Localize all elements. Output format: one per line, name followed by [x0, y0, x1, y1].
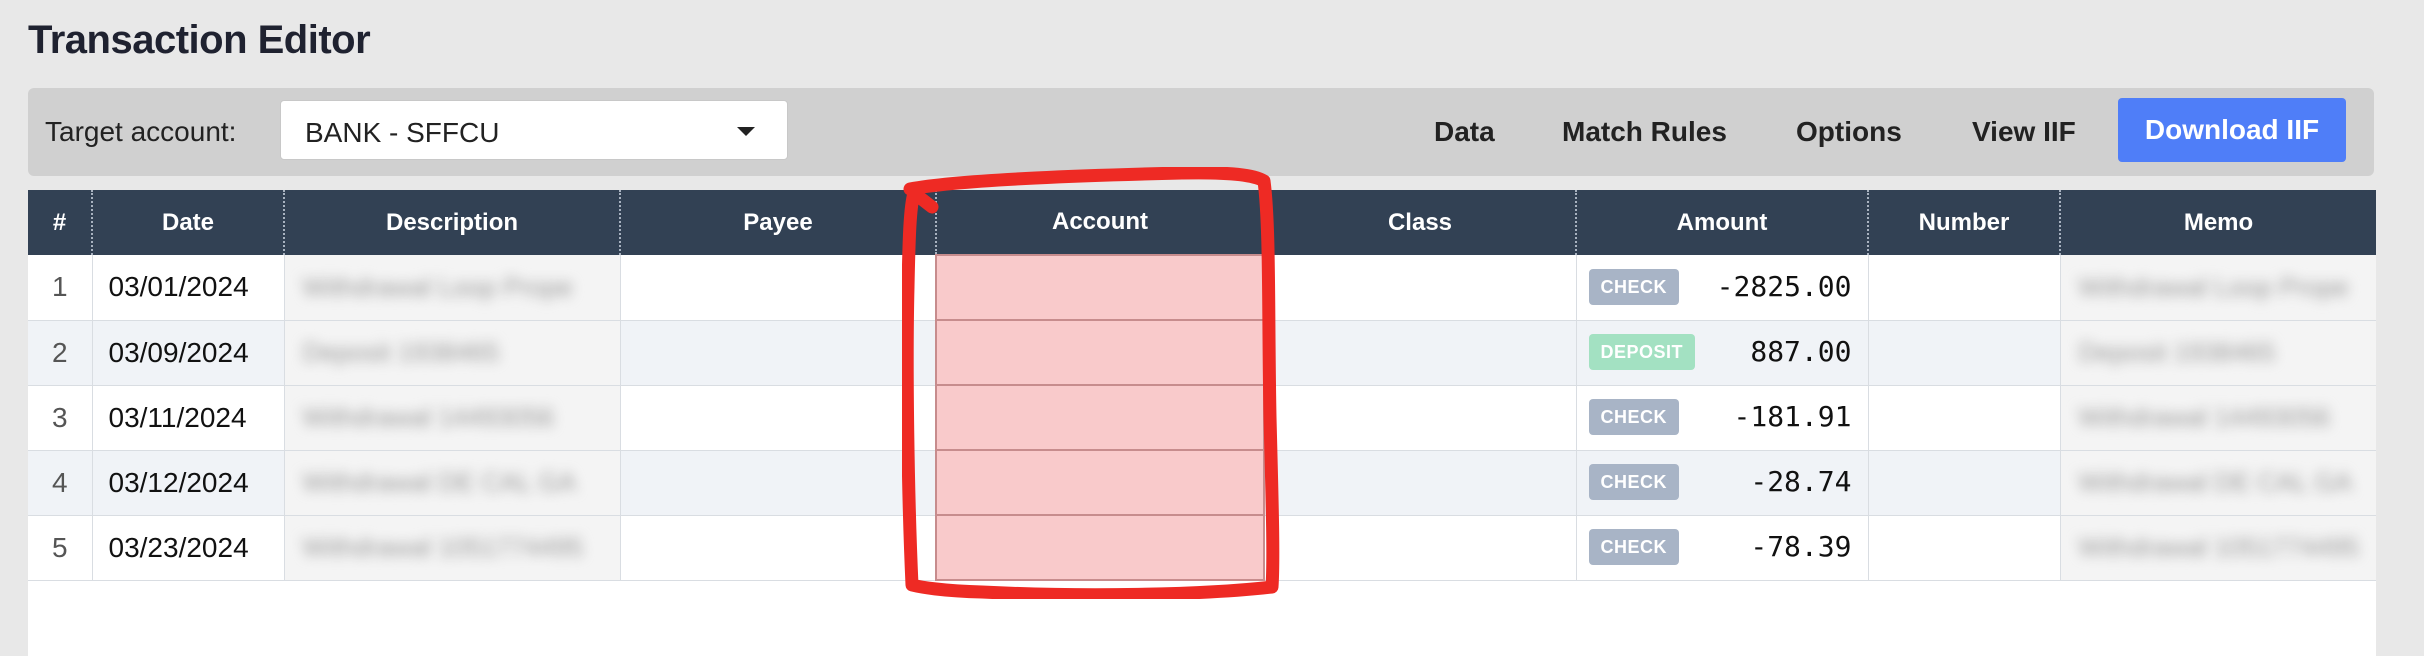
deposit-badge: DEPOSIT [1588, 334, 1696, 370]
memo-text: Withdrawal Loop Prope [2078, 271, 2349, 302]
column-header-description[interactable]: Description [283, 190, 620, 255]
row-index: 2 [28, 320, 92, 386]
description-text: Withdrawal Loop Prope [302, 271, 573, 302]
download-iif-button[interactable]: Download IIF [2118, 98, 2346, 162]
row-index: 4 [28, 450, 92, 516]
memo-text: Withdrawal 14493056 [2078, 402, 2331, 432]
check-badge: CHECK [1588, 464, 1680, 500]
description-text: Withdrawal DE CAL GA [302, 467, 577, 497]
class-cell[interactable] [1263, 385, 1576, 451]
view-iif-button[interactable]: View IIF [1972, 116, 2076, 148]
class-cell[interactable] [1263, 320, 1576, 386]
amount-cell[interactable]: DEPOSIT 887.00 [1575, 320, 1868, 386]
chevron-down-icon [737, 127, 755, 136]
payee-cell[interactable] [619, 450, 936, 516]
description-text: Withdrawal 1051774495 [302, 532, 583, 562]
description-cell[interactable]: Withdrawal 14493056 [283, 385, 620, 451]
memo-text: Withdrawal 1051774495 [2078, 532, 2359, 562]
class-cell[interactable] [1263, 450, 1576, 516]
number-cell[interactable] [1867, 385, 2060, 451]
amount-value: -78.39 [1750, 530, 1852, 563]
column-header-class[interactable]: Class [1263, 190, 1576, 255]
description-cell[interactable]: Withdrawal DE CAL GA [283, 450, 620, 516]
account-cell[interactable] [935, 384, 1265, 451]
account-cell[interactable] [935, 319, 1265, 386]
row-index: 3 [28, 385, 92, 451]
description-text: Withdrawal 14493056 [302, 402, 555, 432]
payee-cell[interactable] [619, 385, 936, 451]
row-index: 1 [28, 255, 92, 321]
column-header-payee[interactable]: Payee [619, 190, 936, 255]
amount-cell[interactable]: CHECK -28.74 [1575, 450, 1868, 516]
memo-cell[interactable]: Withdrawal 14493056 [2059, 385, 2376, 451]
match-rules-button[interactable]: Match Rules [1562, 116, 1727, 148]
amount-value: -181.91 [1733, 400, 1852, 433]
check-badge: CHECK [1588, 529, 1680, 565]
description-cell[interactable]: Withdrawal 1051774495 [283, 515, 620, 581]
options-button[interactable]: Options [1796, 116, 1902, 148]
class-cell[interactable] [1263, 255, 1576, 321]
target-account-select[interactable]: BANK - SFFCU [280, 100, 788, 160]
payee-cell[interactable] [619, 515, 936, 581]
payee-cell[interactable] [619, 255, 936, 321]
column-header-number[interactable]: Number [1867, 190, 2060, 255]
memo-text: Withdrawal DE CAL GA [2078, 467, 2353, 497]
date-cell[interactable]: 03/23/2024 [91, 515, 284, 581]
table-row: 3 03/11/2024 Withdrawal 14493056 CHECK -1… [28, 384, 2376, 451]
check-badge: CHECK [1588, 268, 1680, 305]
transactions-table: # Date Description Payee Account Class A… [28, 190, 2376, 581]
number-cell[interactable] [1867, 515, 2060, 581]
column-header-date[interactable]: Date [91, 190, 284, 255]
column-header-account[interactable]: Account [935, 190, 1264, 255]
column-header-amount[interactable]: Amount [1575, 190, 1868, 255]
memo-cell[interactable]: Withdrawal Loop Prope [2059, 255, 2376, 321]
column-header-index[interactable]: # [28, 190, 92, 255]
target-account-label: Target account: [45, 116, 237, 147]
amount-value: 887.00 [1750, 335, 1852, 368]
payee-cell[interactable] [619, 320, 936, 386]
table-row: 5 03/23/2024 Withdrawal 1051774495 CHECK… [28, 514, 2376, 581]
amount-value: -2825.00 [1716, 269, 1852, 303]
number-cell[interactable] [1867, 320, 2060, 386]
amount-cell[interactable]: CHECK -78.39 [1575, 515, 1868, 581]
amount-cell[interactable]: CHECK -181.91 [1575, 385, 1868, 451]
amount-value: -28.74 [1750, 465, 1852, 498]
table-row: 2 03/09/2024 Deposit 1938465 DEPOSIT 887.… [28, 319, 2376, 386]
class-cell[interactable] [1263, 515, 1576, 581]
date-cell[interactable]: 03/01/2024 [91, 255, 284, 321]
table-row: 4 03/12/2024 Withdrawal DE CAL GA CHECK -… [28, 449, 2376, 516]
account-cell[interactable] [935, 254, 1265, 321]
amount-cell[interactable]: CHECK -2825.00 [1575, 255, 1868, 321]
row-index: 5 [28, 515, 92, 581]
transactions-table-container: # Date Description Payee Account Class A… [28, 190, 2376, 656]
description-cell[interactable]: Deposit 1938465 [283, 320, 620, 386]
data-button[interactable]: Data [1434, 116, 1495, 148]
description-cell[interactable]: Withdrawal Loop Prope [283, 255, 620, 321]
date-cell[interactable]: 03/11/2024 [91, 385, 284, 451]
memo-cell[interactable]: Withdrawal DE CAL GA [2059, 450, 2376, 516]
table-row: 1 03/01/2024 Withdrawal Loop Prope CHECK… [28, 254, 2376, 321]
check-badge: CHECK [1588, 399, 1680, 435]
description-text: Deposit 1938465 [302, 337, 500, 367]
number-cell[interactable] [1867, 450, 2060, 516]
column-header-memo[interactable]: Memo [2059, 190, 2376, 255]
page-title: Transaction Editor [28, 18, 371, 62]
account-cell[interactable] [935, 449, 1265, 516]
toolbar: Target account: BANK - SFFCU Data Match … [28, 88, 2374, 176]
target-account-value: BANK - SFFCU [305, 117, 500, 148]
account-cell[interactable] [935, 514, 1265, 581]
date-cell[interactable]: 03/09/2024 [91, 320, 284, 386]
table-header-row: # Date Description Payee Account Class A… [28, 190, 2376, 255]
memo-text: Deposit 1938465 [2078, 337, 2276, 367]
date-cell[interactable]: 03/12/2024 [91, 450, 284, 516]
memo-cell[interactable]: Withdrawal 1051774495 [2059, 515, 2376, 581]
memo-cell[interactable]: Deposit 1938465 [2059, 320, 2376, 386]
number-cell[interactable] [1867, 255, 2060, 321]
